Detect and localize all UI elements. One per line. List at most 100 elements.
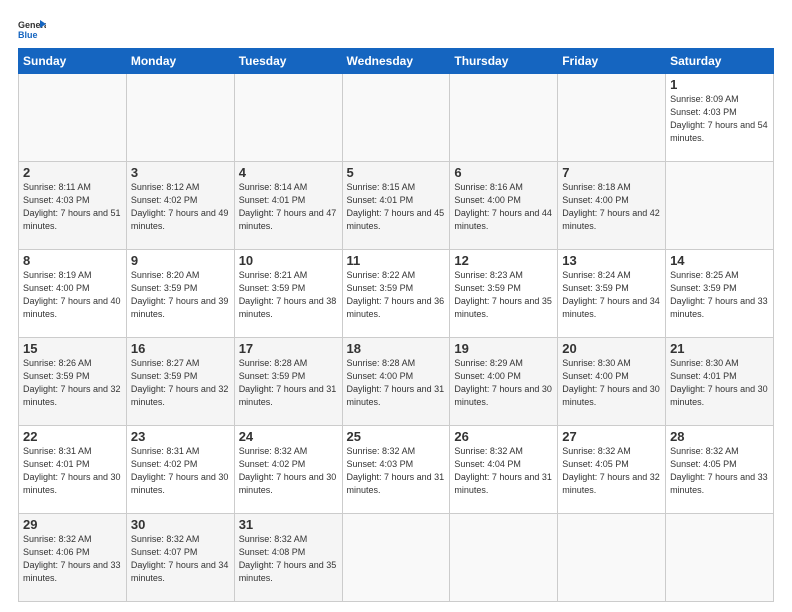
day-info: Sunrise: 8:23 AMSunset: 3:59 PMDaylight:… — [454, 269, 553, 321]
day-number: 3 — [131, 165, 230, 180]
calendar-week-4: 15Sunrise: 8:26 AMSunset: 3:59 PMDayligh… — [19, 338, 774, 426]
day-info: Sunrise: 8:32 AMSunset: 4:08 PMDaylight:… — [239, 533, 338, 585]
empty-cell — [450, 514, 558, 602]
calendar-cell-day-3: 3Sunrise: 8:12 AMSunset: 4:02 PMDaylight… — [126, 162, 234, 250]
day-number: 12 — [454, 253, 553, 268]
day-info: Sunrise: 8:31 AMSunset: 4:01 PMDaylight:… — [23, 445, 122, 497]
calendar-cell-day-14: 14Sunrise: 8:25 AMSunset: 3:59 PMDayligh… — [666, 250, 774, 338]
calendar-cell-day-10: 10Sunrise: 8:21 AMSunset: 3:59 PMDayligh… — [234, 250, 342, 338]
day-number: 1 — [670, 77, 769, 92]
day-info: Sunrise: 8:32 AMSunset: 4:03 PMDaylight:… — [347, 445, 446, 497]
calendar-cell-day-4: 4Sunrise: 8:14 AMSunset: 4:01 PMDaylight… — [234, 162, 342, 250]
day-number: 21 — [670, 341, 769, 356]
calendar-week-2: 2Sunrise: 8:11 AMSunset: 4:03 PMDaylight… — [19, 162, 774, 250]
empty-cell — [342, 74, 450, 162]
calendar-cell-day-21: 21Sunrise: 8:30 AMSunset: 4:01 PMDayligh… — [666, 338, 774, 426]
empty-cell — [126, 74, 234, 162]
calendar-cell-day-18: 18Sunrise: 8:28 AMSunset: 4:00 PMDayligh… — [342, 338, 450, 426]
calendar-page: General Blue SundayMondayTuesdayWednesda… — [0, 0, 792, 612]
day-number: 26 — [454, 429, 553, 444]
day-info: Sunrise: 8:32 AMSunset: 4:07 PMDaylight:… — [131, 533, 230, 585]
logo-icon: General Blue — [18, 18, 46, 40]
day-info: Sunrise: 8:18 AMSunset: 4:00 PMDaylight:… — [562, 181, 661, 233]
day-number: 27 — [562, 429, 661, 444]
day-info: Sunrise: 8:19 AMSunset: 4:00 PMDaylight:… — [23, 269, 122, 321]
day-info: Sunrise: 8:26 AMSunset: 3:59 PMDaylight:… — [23, 357, 122, 409]
day-info: Sunrise: 8:24 AMSunset: 3:59 PMDaylight:… — [562, 269, 661, 321]
day-number: 29 — [23, 517, 122, 532]
calendar-week-5: 22Sunrise: 8:31 AMSunset: 4:01 PMDayligh… — [19, 426, 774, 514]
calendar-cell-day-13: 13Sunrise: 8:24 AMSunset: 3:59 PMDayligh… — [558, 250, 666, 338]
day-number: 4 — [239, 165, 338, 180]
calendar-cell-day-16: 16Sunrise: 8:27 AMSunset: 3:59 PMDayligh… — [126, 338, 234, 426]
day-info: Sunrise: 8:28 AMSunset: 4:00 PMDaylight:… — [347, 357, 446, 409]
calendar-cell-day-5: 5Sunrise: 8:15 AMSunset: 4:01 PMDaylight… — [342, 162, 450, 250]
empty-cell — [558, 74, 666, 162]
day-number: 23 — [131, 429, 230, 444]
day-number: 31 — [239, 517, 338, 532]
day-info: Sunrise: 8:16 AMSunset: 4:00 PMDaylight:… — [454, 181, 553, 233]
empty-cell — [666, 514, 774, 602]
day-number: 22 — [23, 429, 122, 444]
empty-cell — [450, 74, 558, 162]
day-info: Sunrise: 8:11 AMSunset: 4:03 PMDaylight:… — [23, 181, 122, 233]
calendar-cell-day-2: 2Sunrise: 8:11 AMSunset: 4:03 PMDaylight… — [19, 162, 127, 250]
column-header-wednesday: Wednesday — [342, 49, 450, 74]
column-header-monday: Monday — [126, 49, 234, 74]
column-header-sunday: Sunday — [19, 49, 127, 74]
calendar-cell-day-1: 1Sunrise: 8:09 AMSunset: 4:03 PMDaylight… — [666, 74, 774, 162]
empty-cell — [19, 74, 127, 162]
day-number: 30 — [131, 517, 230, 532]
calendar-cell-day-8: 8Sunrise: 8:19 AMSunset: 4:00 PMDaylight… — [19, 250, 127, 338]
logo: General Blue — [18, 18, 46, 40]
day-info: Sunrise: 8:30 AMSunset: 4:00 PMDaylight:… — [562, 357, 661, 409]
column-header-friday: Friday — [558, 49, 666, 74]
day-info: Sunrise: 8:15 AMSunset: 4:01 PMDaylight:… — [347, 181, 446, 233]
day-number: 14 — [670, 253, 769, 268]
calendar-week-6: 29Sunrise: 8:32 AMSunset: 4:06 PMDayligh… — [19, 514, 774, 602]
calendar-cell-day-28: 28Sunrise: 8:32 AMSunset: 4:05 PMDayligh… — [666, 426, 774, 514]
day-info: Sunrise: 8:27 AMSunset: 3:59 PMDaylight:… — [131, 357, 230, 409]
calendar-cell-day-7: 7Sunrise: 8:18 AMSunset: 4:00 PMDaylight… — [558, 162, 666, 250]
day-number: 18 — [347, 341, 446, 356]
day-info: Sunrise: 8:31 AMSunset: 4:02 PMDaylight:… — [131, 445, 230, 497]
column-header-thursday: Thursday — [450, 49, 558, 74]
day-number: 5 — [347, 165, 446, 180]
header: General Blue — [18, 18, 774, 40]
day-info: Sunrise: 8:32 AMSunset: 4:05 PMDaylight:… — [670, 445, 769, 497]
day-number: 7 — [562, 165, 661, 180]
calendar-cell-day-29: 29Sunrise: 8:32 AMSunset: 4:06 PMDayligh… — [19, 514, 127, 602]
day-info: Sunrise: 8:29 AMSunset: 4:00 PMDaylight:… — [454, 357, 553, 409]
empty-cell — [234, 74, 342, 162]
calendar-cell-day-23: 23Sunrise: 8:31 AMSunset: 4:02 PMDayligh… — [126, 426, 234, 514]
calendar-week-1: 1Sunrise: 8:09 AMSunset: 4:03 PMDaylight… — [19, 74, 774, 162]
day-info: Sunrise: 8:30 AMSunset: 4:01 PMDaylight:… — [670, 357, 769, 409]
calendar-table: SundayMondayTuesdayWednesdayThursdayFrid… — [18, 48, 774, 602]
day-info: Sunrise: 8:32 AMSunset: 4:05 PMDaylight:… — [562, 445, 661, 497]
day-info: Sunrise: 8:32 AMSunset: 4:04 PMDaylight:… — [454, 445, 553, 497]
calendar-cell-day-25: 25Sunrise: 8:32 AMSunset: 4:03 PMDayligh… — [342, 426, 450, 514]
calendar-week-3: 8Sunrise: 8:19 AMSunset: 4:00 PMDaylight… — [19, 250, 774, 338]
day-number: 28 — [670, 429, 769, 444]
empty-cell — [558, 514, 666, 602]
calendar-cell-day-30: 30Sunrise: 8:32 AMSunset: 4:07 PMDayligh… — [126, 514, 234, 602]
day-number: 15 — [23, 341, 122, 356]
day-number: 11 — [347, 253, 446, 268]
day-info: Sunrise: 8:20 AMSunset: 3:59 PMDaylight:… — [131, 269, 230, 321]
svg-text:Blue: Blue — [18, 30, 38, 40]
empty-cell — [666, 162, 774, 250]
day-number: 17 — [239, 341, 338, 356]
calendar-cell-day-20: 20Sunrise: 8:30 AMSunset: 4:00 PMDayligh… — [558, 338, 666, 426]
day-number: 8 — [23, 253, 122, 268]
day-info: Sunrise: 8:25 AMSunset: 3:59 PMDaylight:… — [670, 269, 769, 321]
day-number: 9 — [131, 253, 230, 268]
day-number: 25 — [347, 429, 446, 444]
calendar-cell-day-24: 24Sunrise: 8:32 AMSunset: 4:02 PMDayligh… — [234, 426, 342, 514]
calendar-cell-day-15: 15Sunrise: 8:26 AMSunset: 3:59 PMDayligh… — [19, 338, 127, 426]
day-info: Sunrise: 8:22 AMSunset: 3:59 PMDaylight:… — [347, 269, 446, 321]
column-header-tuesday: Tuesday — [234, 49, 342, 74]
calendar-cell-day-31: 31Sunrise: 8:32 AMSunset: 4:08 PMDayligh… — [234, 514, 342, 602]
day-number: 6 — [454, 165, 553, 180]
day-number: 19 — [454, 341, 553, 356]
day-info: Sunrise: 8:32 AMSunset: 4:06 PMDaylight:… — [23, 533, 122, 585]
